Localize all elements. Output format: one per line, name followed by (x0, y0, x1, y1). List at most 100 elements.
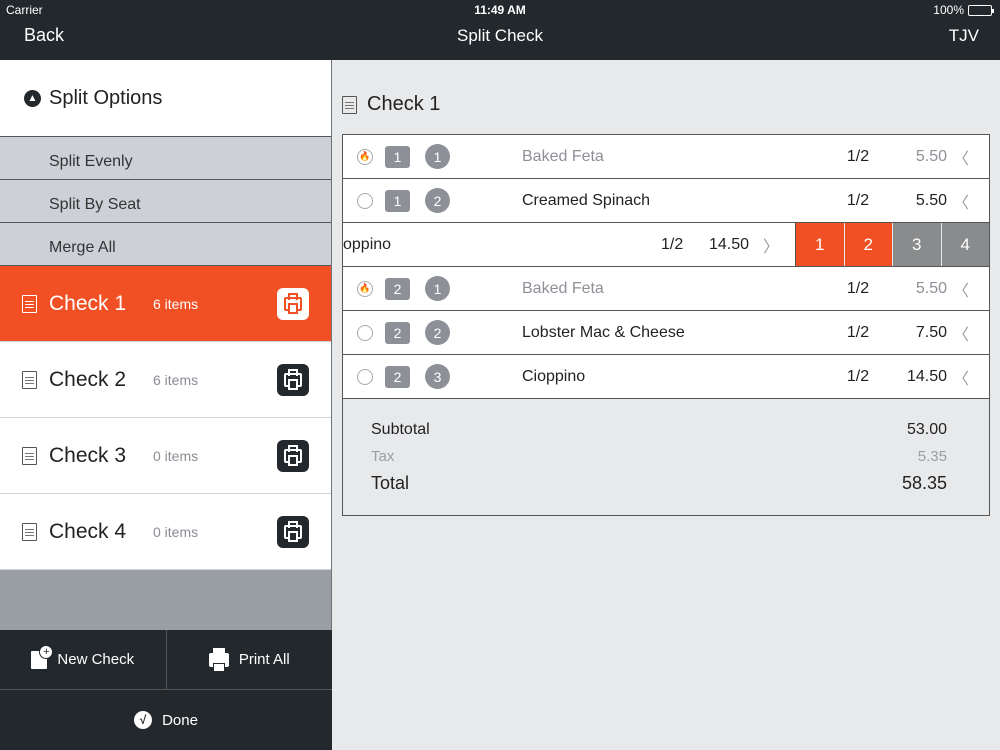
tax-line: Tax 5.35 (371, 448, 947, 465)
item-price: 5.50 (915, 279, 947, 297)
print-check-button[interactable] (277, 288, 309, 320)
item-name: Cioppino (522, 367, 586, 385)
split-options-title: Split Options (49, 86, 163, 109)
print-check-button[interactable] (277, 440, 309, 472)
printer-icon (284, 521, 302, 542)
done-button[interactable]: √ Done (0, 690, 332, 750)
course-badge: 3 (425, 364, 450, 389)
printer-icon (284, 445, 302, 466)
fire-icon[interactable]: 🔥 (357, 148, 373, 165)
bottom-actions: New Check Print All (0, 630, 332, 690)
move-to-check-buttons: 1 2 3 4 (795, 223, 989, 266)
seat-badge: 2 (385, 365, 410, 388)
page-title: Split Check (457, 26, 543, 45)
item-qty: 1/2 (846, 367, 870, 385)
left-panel: ▲ Split Options Split Evenly Split By Se… (0, 60, 332, 750)
chevron-left-icon[interactable]: 〈 (953, 365, 969, 389)
chevron-left-icon[interactable]: 〈 (953, 189, 969, 213)
check-name: Check 3 (49, 443, 127, 467)
table-row[interactable]: 1 2 Creamed Spinach 1/2 5.50 〈 (343, 179, 989, 223)
course-badge: 2 (425, 188, 450, 213)
select-radio[interactable] (357, 192, 373, 209)
check-items-table: 🔥 1 1 Baked Feta 1/2 5.50 〈 1 2 Creamed … (342, 134, 990, 516)
check-item-2[interactable]: Check 2 6 items (0, 342, 331, 418)
document-icon (342, 95, 357, 114)
move-to-check-1-button[interactable]: 1 (796, 223, 845, 266)
select-radio[interactable] (357, 368, 373, 385)
subtotal-label: Subtotal (371, 421, 430, 438)
select-radio[interactable] (357, 324, 373, 341)
split-evenly-option[interactable]: Split Evenly (0, 137, 331, 180)
course-badge: 1 (425, 144, 450, 169)
chevron-left-icon[interactable]: 〈 (953, 277, 969, 301)
chevron-right-icon[interactable]: 〉 (763, 233, 779, 257)
battery-status: 100% (933, 3, 994, 17)
document-icon (22, 294, 37, 313)
print-all-button[interactable]: Print All (165, 630, 333, 689)
item-price: 5.50 (915, 191, 947, 209)
course-badge: 2 (425, 320, 450, 345)
item-name: Creamed Spinach (522, 191, 651, 209)
item-qty: 1/2 (846, 323, 870, 341)
user-initials-button[interactable]: TJV (949, 26, 979, 46)
item-name: Baked Feta (522, 147, 604, 165)
printer-icon (208, 647, 229, 672)
item-name: Baked Feta (522, 279, 604, 297)
new-check-label: New Check (57, 651, 135, 668)
check-item-4[interactable]: Check 4 0 items (0, 494, 331, 570)
move-to-check-3-button[interactable]: 3 (893, 223, 942, 266)
split-options-header[interactable]: ▲ Split Options (0, 60, 331, 137)
table-row[interactable]: 2 2 Lobster Mac & Cheese 1/2 7.50 〈 (343, 311, 989, 355)
seat-badge: 2 (385, 277, 410, 300)
course-badge: 1 (425, 276, 450, 301)
check-name: Check 2 (49, 367, 127, 391)
document-icon (22, 446, 37, 465)
table-row[interactable]: 🔥 1 1 Baked Feta 1/2 5.50 〈 (343, 135, 989, 179)
check-item-count: 0 items (153, 447, 199, 464)
check-item-count: 6 items (153, 295, 199, 312)
total-label: Total (371, 473, 410, 493)
split-by-seat-option[interactable]: Split By Seat (0, 180, 331, 223)
check-detail-title: Check 1 (342, 93, 440, 116)
item-name: Lobster Mac & Cheese (522, 323, 685, 341)
table-row[interactable]: 🔥 2 1 Baked Feta 1/2 5.50 〈 (343, 267, 989, 311)
move-to-check-2-button[interactable]: 2 (844, 223, 893, 266)
check-title: Check 1 (367, 93, 441, 115)
document-icon (22, 370, 37, 389)
print-check-button[interactable] (277, 516, 309, 548)
total-value: 58.35 (901, 473, 947, 493)
printer-icon (284, 293, 302, 314)
chevron-left-icon[interactable]: 〈 (953, 321, 969, 345)
item-price: 5.50 (915, 147, 947, 165)
checkmark-icon: √ (134, 711, 153, 729)
done-label: Done (162, 711, 198, 729)
check-item-3[interactable]: Check 3 0 items (0, 418, 331, 494)
tax-value: 5.35 (917, 448, 947, 465)
new-document-icon (31, 644, 54, 669)
check-item-1[interactable]: Check 1 6 items (0, 266, 331, 342)
print-all-label: Print All (238, 651, 290, 668)
subtotal-value: 53.00 (906, 421, 947, 438)
status-time: 11:49 AM (474, 3, 526, 17)
check-item-count: 0 items (153, 523, 199, 540)
table-row[interactable]: 2 3 Cioppino 1/2 14.50 〈 (343, 355, 989, 399)
fire-icon[interactable]: 🔥 (357, 280, 373, 297)
seat-badge: 2 (385, 321, 410, 344)
merge-all-option[interactable]: Merge All (0, 223, 331, 266)
total-line: Total 58.35 (371, 473, 947, 494)
new-check-button[interactable]: New Check (0, 630, 166, 689)
item-qty: 1/2 (846, 191, 870, 209)
subtotal-line: Subtotal 53.00 (371, 421, 947, 439)
top-bar: Carrier 11:49 AM 100% Back Split Check T… (0, 0, 1000, 60)
print-check-button[interactable] (277, 364, 309, 396)
item-qty: 1/2 (846, 147, 870, 165)
check-name: Check 4 (49, 519, 127, 543)
item-price: 14.50 (709, 235, 750, 253)
swiped-table-row[interactable]: oppino 1/2 14.50 〉 1 2 3 4 (343, 223, 989, 267)
move-to-check-4-button[interactable]: 4 (941, 223, 989, 266)
item-qty: 1/2 (661, 235, 684, 253)
chevron-left-icon[interactable]: 〈 (953, 145, 969, 169)
document-icon (22, 522, 37, 541)
check-name: Check 1 (49, 291, 127, 315)
seat-badge: 1 (385, 189, 410, 212)
